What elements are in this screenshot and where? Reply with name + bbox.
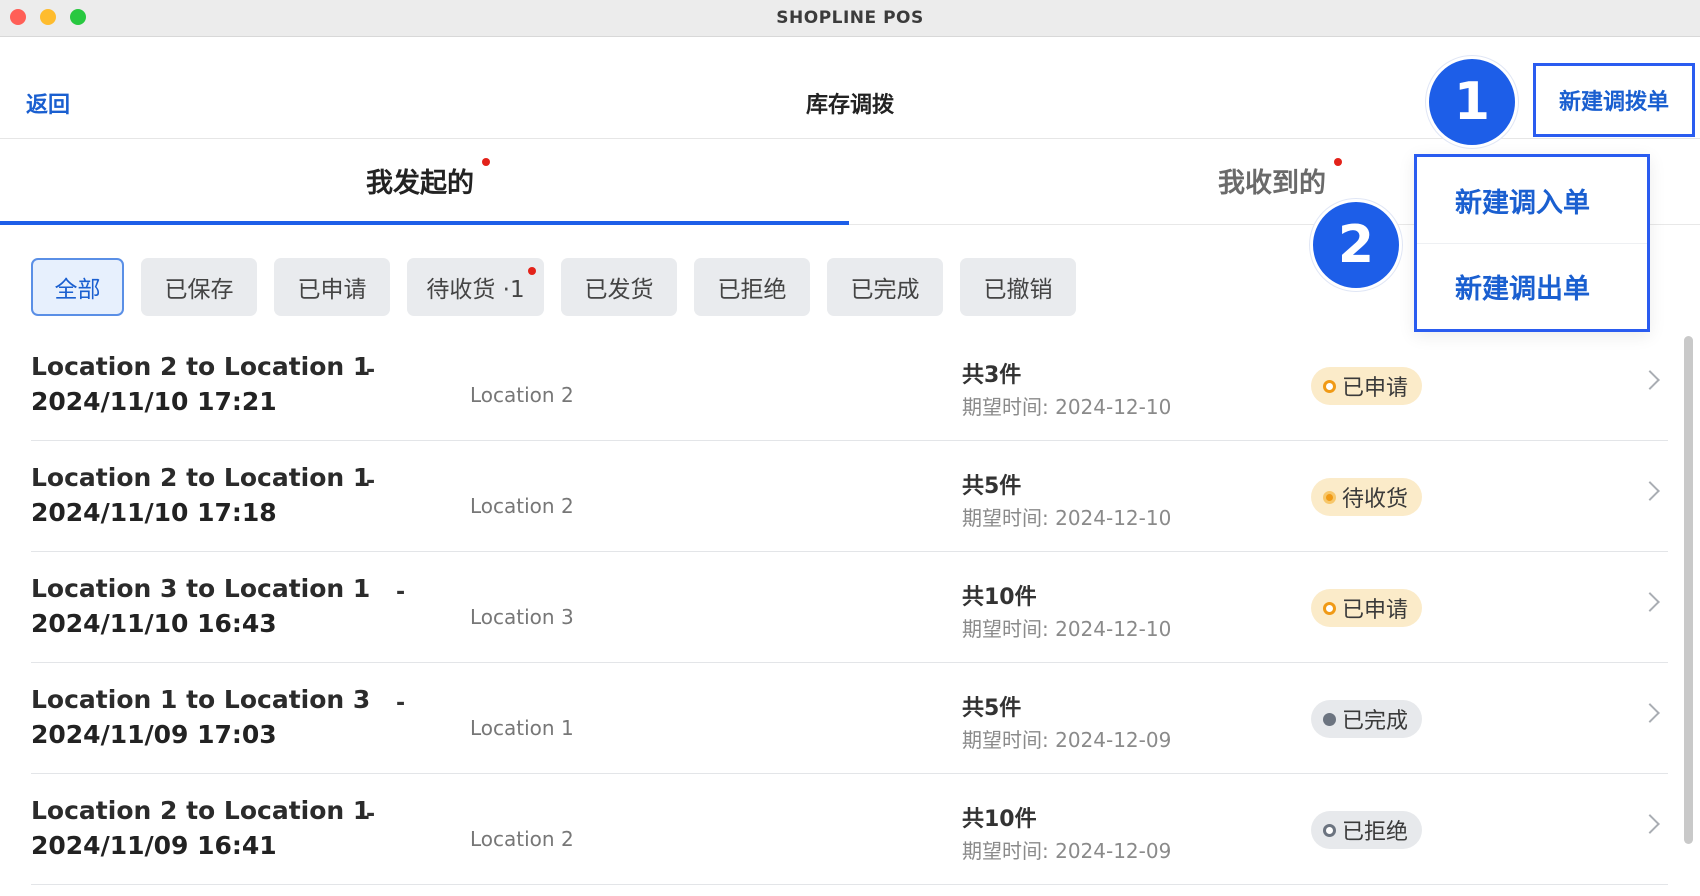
transfer-row[interactable]: Location 2 to Location 1 - 2024/11/10 17… <box>31 441 1668 552</box>
tab-received-notification-dot <box>1334 158 1342 166</box>
transfer-route: Location 2 to Location 1 <box>31 352 371 381</box>
status-dot-icon <box>1323 601 1336 615</box>
status-dot-icon <box>1323 823 1336 837</box>
transfer-expected-date: 期望时间: 2024-12-10 <box>962 617 1172 641</box>
window-title: SHOPLINE POS <box>776 8 924 28</box>
status-dot-icon <box>1323 379 1336 393</box>
active-tab-indicator <box>0 221 849 225</box>
transfer-quantity: 共5件 <box>962 696 1022 721</box>
transfer-quantity: 共5件 <box>962 474 1022 499</box>
transfer-location: Location 2 <box>470 827 574 851</box>
transfer-row[interactable]: Location 2 to Location 1 - 2024/11/09 16… <box>31 774 1668 885</box>
new-transfer-out-option[interactable]: 新建调出单 <box>1417 243 1647 329</box>
transfer-location: Location 2 <box>470 494 574 518</box>
filter-completed[interactable]: 已完成 <box>827 258 943 316</box>
chevron-right-icon[interactable] <box>1640 592 1660 612</box>
step-2-marker: 2 <box>1310 199 1402 291</box>
transfer-expected-date: 期望时间: 2024-12-09 <box>962 728 1172 752</box>
route-separator: - <box>396 691 406 716</box>
route-separator: - <box>366 358 376 383</box>
transfer-datetime: 2024/11/10 16:43 <box>31 609 277 638</box>
transfer-expected-date: 期望时间: 2024-12-10 <box>962 395 1172 419</box>
filter-all[interactable]: 全部 <box>31 258 124 316</box>
new-transfer-dropdown: 新建调入单 新建调出单 <box>1414 154 1650 332</box>
tab-received-label: 我收到的 <box>1218 168 1326 199</box>
status-label: 已拒绝 <box>1342 820 1409 845</box>
tab-initiated-label: 我发起的 <box>366 168 474 199</box>
status-badge: 已完成 <box>1311 700 1423 738</box>
transfer-route: Location 2 to Location 1 <box>31 463 371 492</box>
tab-initiated-notification-dot <box>482 158 490 166</box>
transfer-location: Location 1 <box>470 716 574 740</box>
transfer-route: Location 1 to Location 3 <box>31 685 371 714</box>
transfer-list: Location 2 to Location 1 - 2024/11/10 17… <box>31 330 1668 885</box>
transfer-route: Location 3 to Location 1 <box>31 574 371 603</box>
chevron-right-icon[interactable] <box>1640 481 1660 501</box>
transfer-row[interactable]: Location 3 to Location 1 - 2024/11/10 16… <box>31 552 1668 663</box>
route-separator: - <box>396 580 406 605</box>
transfer-expected-date: 期望时间: 2024-12-09 <box>962 839 1172 863</box>
filter-saved[interactable]: 已保存 <box>141 258 257 316</box>
status-label: 已申请 <box>1342 376 1409 401</box>
transfer-route: Location 2 to Location 1 <box>31 796 371 825</box>
filter-shipped[interactable]: 已发货 <box>561 258 677 316</box>
status-badge: 已申请 <box>1311 589 1423 627</box>
list-scrollbar[interactable] <box>1684 336 1693 844</box>
transfer-location: Location 2 <box>470 383 574 407</box>
transfer-row[interactable]: Location 1 to Location 3 - 2024/11/09 17… <box>31 663 1668 774</box>
filter-rejected[interactable]: 已拒绝 <box>694 258 810 316</box>
transfer-quantity: 共3件 <box>962 363 1022 388</box>
status-badge: 待收货 <box>1311 478 1423 516</box>
transfer-datetime: 2024/11/09 16:41 <box>31 831 277 860</box>
filter-pending-receipt[interactable]: 待收货 ·1 <box>407 258 544 316</box>
status-badge: 已申请 <box>1311 367 1423 405</box>
filter-pending-receipt-label: 待收货 ·1 <box>426 277 525 303</box>
status-label: 已完成 <box>1342 709 1409 734</box>
filter-pending-notification-dot <box>528 267 536 275</box>
chevron-right-icon[interactable] <box>1640 370 1660 390</box>
tab-initiated[interactable]: 我发起的 <box>366 158 490 200</box>
chevron-right-icon[interactable] <box>1640 703 1660 723</box>
status-dot-icon <box>1323 490 1336 504</box>
filter-applied[interactable]: 已申请 <box>274 258 390 316</box>
transfer-datetime: 2024/11/09 17:03 <box>31 720 277 749</box>
transfer-datetime: 2024/11/10 17:21 <box>31 387 277 416</box>
transfer-datetime: 2024/11/10 17:18 <box>31 498 277 527</box>
transfer-expected-date: 期望时间: 2024-12-10 <box>962 506 1172 530</box>
status-label: 待收货 <box>1342 487 1409 512</box>
status-dot-icon <box>1323 712 1336 726</box>
chevron-right-icon[interactable] <box>1640 814 1660 834</box>
status-badge: 已拒绝 <box>1311 811 1423 849</box>
window-titlebar: SHOPLINE POS <box>0 0 1700 37</box>
step-1-marker: 1 <box>1426 56 1518 148</box>
transfer-location: Location 3 <box>470 605 574 629</box>
filter-cancelled[interactable]: 已撤销 <box>960 258 1076 316</box>
transfer-row[interactable]: Location 2 to Location 1 - 2024/11/10 17… <box>31 330 1668 441</box>
route-separator: - <box>366 469 376 494</box>
transfer-quantity: 共10件 <box>962 585 1037 610</box>
status-label: 已申请 <box>1342 598 1409 623</box>
tab-received[interactable]: 我收到的 <box>1218 158 1342 200</box>
new-transfer-button[interactable]: 新建调拨单 <box>1533 63 1695 137</box>
new-transfer-in-option[interactable]: 新建调入单 <box>1417 157 1647 243</box>
transfer-quantity: 共10件 <box>962 807 1037 832</box>
route-separator: - <box>366 802 376 827</box>
